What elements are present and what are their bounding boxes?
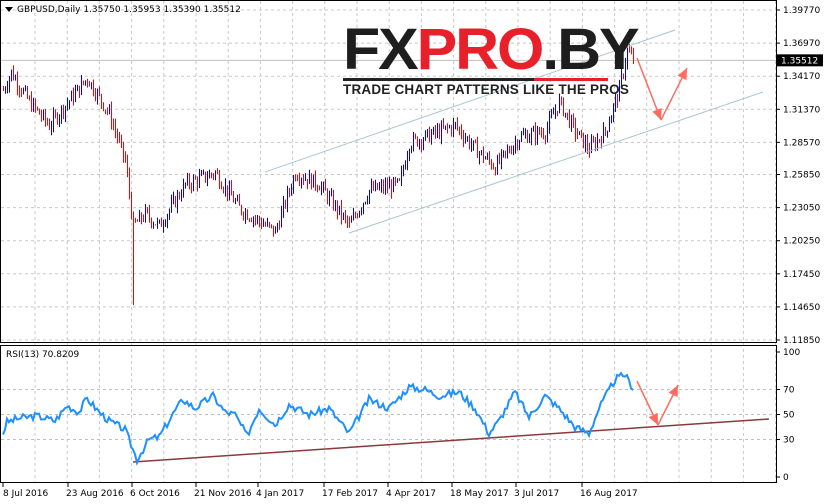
rsi-tick-label: 50 <box>783 411 795 421</box>
date-tick-label: 4 Apr 2017 <box>386 489 436 499</box>
triangle-down-icon[interactable] <box>5 7 13 12</box>
price-tick-label: 1.23050 <box>783 204 820 214</box>
price-tick-label: 1.28570 <box>783 138 820 148</box>
date-tick-label: 18 May 2017 <box>450 489 509 499</box>
price-tick-label: 1.31370 <box>783 105 820 115</box>
date-tick-label: 4 Jan 2017 <box>256 489 304 499</box>
date-tick-label: 23 Aug 2016 <box>66 489 124 499</box>
current-price-label: 1.35512 <box>781 56 818 66</box>
forecast-arrow-down-head <box>652 107 662 121</box>
rsi-label: RSI(13) 70.8209 <box>6 350 79 360</box>
price-tick-label: 1.14650 <box>783 303 820 313</box>
fxpro-logo: FXPRO.BY TRADE CHART PATTERNS LIKE THE P… <box>343 17 640 97</box>
date-tick-label: 8 Jul 2016 <box>3 489 48 499</box>
symbol-ohlc: GBPUSD,Daily 1.35750 1.35953 1.35390 1.3… <box>17 5 241 15</box>
price-tick-label: 1.34170 <box>783 72 820 82</box>
logo-tagline: TRADE CHART PATTERNS LIKE THE PROS <box>343 82 630 97</box>
date-tick-label: 6 Oct 2016 <box>130 489 180 499</box>
date-tick-label: 16 Aug 2017 <box>580 489 638 499</box>
rsi-tick-label: 100 <box>783 348 800 358</box>
rsi-tick-label: 0 <box>783 473 789 483</box>
price-tick-label: 1.36970 <box>783 39 820 49</box>
rsi-tick-label: 70 <box>783 386 795 396</box>
date-tick-label: 3 Jul 2017 <box>514 489 559 499</box>
price-tick-label: 1.25850 <box>783 171 820 181</box>
rsi-tick-label: 30 <box>783 436 795 446</box>
date-tick-label: 21 Nov 2016 <box>194 489 252 499</box>
price-tick-label: 1.11850 <box>783 336 820 346</box>
price-tick-label: 1.39770 <box>783 6 820 16</box>
price-tick-label: 1.20250 <box>783 237 820 247</box>
price-tick-label: 1.17450 <box>783 270 820 280</box>
date-tick-label: 17 Feb 2017 <box>322 489 378 499</box>
